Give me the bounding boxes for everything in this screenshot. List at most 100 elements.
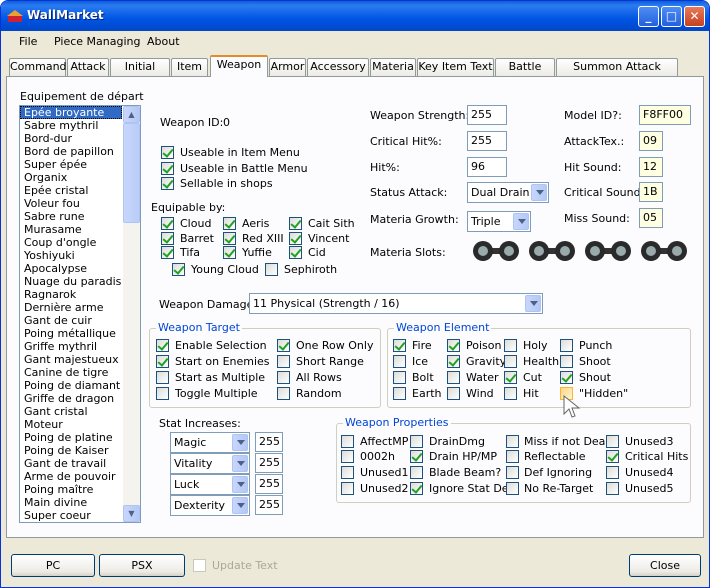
damage-select[interactable]: 11 Physical (Strength / 16): [249, 293, 543, 314]
element-health-checkbox[interactable]: [504, 355, 517, 368]
list-item[interactable]: Bord de papillon: [20, 145, 122, 158]
list-item[interactable]: Voleur fou: [20, 197, 122, 210]
close-window-button[interactable]: ✕: [684, 6, 705, 27]
list-item[interactable]: Coup d'ongle: [20, 236, 122, 249]
stat-input-2[interactable]: 255: [255, 453, 283, 473]
stat-input-4[interactable]: 255: [255, 495, 283, 515]
list-item[interactable]: Dernière arme: [20, 301, 122, 314]
target-start-enemies-checkbox[interactable]: [156, 355, 169, 368]
tab-item[interactable]: Item: [171, 58, 208, 76]
weapon-list[interactable]: Epée broyante Sabre mythril Bord-dur Bord d…: [19, 105, 141, 523]
element-ice-checkbox[interactable]: [393, 355, 406, 368]
chevron-down-icon[interactable]: [531, 184, 547, 201]
element-cut-checkbox[interactable]: [504, 371, 517, 384]
equip-barret-checkbox[interactable]: [161, 232, 174, 245]
tab-battle-text[interactable]: Battle Text: [495, 58, 555, 89]
list-item[interactable]: Gant cristal: [20, 405, 122, 418]
materia-slot-pair-3[interactable]: [583, 239, 633, 263]
list-scrollbar[interactable]: ▲ ▼: [123, 106, 140, 522]
close-button[interactable]: Close: [629, 554, 701, 577]
list-item[interactable]: Super épée: [20, 158, 122, 171]
target-short-range-checkbox[interactable]: [277, 355, 290, 368]
list-item[interactable]: Yoshiyuki: [20, 249, 122, 262]
stat-input-1[interactable]: 255: [255, 432, 283, 452]
list-item[interactable]: Ragnarok: [20, 288, 122, 301]
equip-caitsith-checkbox[interactable]: [289, 217, 302, 230]
prop-no-retarget-checkbox[interactable]: [506, 482, 519, 495]
equip-yuffie-checkbox[interactable]: [223, 246, 236, 259]
scroll-up-button[interactable]: ▲: [123, 106, 140, 123]
target-all-rows-checkbox[interactable]: [277, 371, 290, 384]
list-item[interactable]: Gant de cuir: [20, 314, 122, 327]
target-enable-selection-checkbox[interactable]: [156, 339, 169, 352]
list-item[interactable]: Murasame: [20, 223, 122, 236]
stat-select-2[interactable]: Vitality: [170, 453, 250, 474]
target-toggle-multiple-checkbox[interactable]: [156, 387, 169, 400]
sellable-checkbox[interactable]: [161, 177, 174, 190]
tab-command[interactable]: Command: [9, 58, 67, 76]
prop-affectmp-checkbox[interactable]: [341, 435, 354, 448]
prop-unused5-checkbox[interactable]: [606, 482, 619, 495]
equip-tifa-checkbox[interactable]: [161, 246, 174, 259]
useable-item-checkbox[interactable]: [161, 146, 174, 159]
materia-slot-pair-2[interactable]: [527, 239, 577, 263]
prop-critical-hits-checkbox[interactable]: [606, 450, 619, 463]
chevron-down-icon[interactable]: [232, 455, 248, 472]
list-item[interactable]: Epée cristal: [20, 184, 122, 197]
stat-select-4[interactable]: Dexterity: [170, 495, 250, 516]
crit-input[interactable]: 255: [467, 131, 507, 151]
scroll-thumb[interactable]: [123, 123, 140, 223]
target-one-row-checkbox[interactable]: [277, 339, 290, 352]
chevron-down-icon[interactable]: [513, 213, 529, 230]
model-input[interactable]: F8FF00: [639, 105, 691, 125]
materia-slot-pair-1[interactable]: [471, 239, 521, 263]
element-holy-checkbox[interactable]: [504, 339, 517, 352]
pc-button[interactable]: PC: [11, 554, 95, 577]
attacktex-input[interactable]: 09: [639, 131, 663, 151]
list-item[interactable]: Moteur: [20, 418, 122, 431]
target-start-multiple-checkbox[interactable]: [156, 371, 169, 384]
scroll-down-button[interactable]: ▼: [123, 505, 140, 522]
element-punch-checkbox[interactable]: [560, 339, 573, 352]
prop-miss-not-dead-checkbox[interactable]: [506, 435, 519, 448]
element-shout-checkbox[interactable]: [560, 371, 573, 384]
list-item[interactable]: Arme de pouvoir: [20, 470, 122, 483]
prop-def-ignoring-checkbox[interactable]: [506, 466, 519, 479]
maximize-button[interactable]: □: [661, 6, 682, 27]
list-item[interactable]: Sabre mythril: [20, 119, 122, 132]
prop-ignore-stat-def-checkbox[interactable]: [410, 482, 423, 495]
list-item[interactable]: Epée broyante: [20, 106, 122, 119]
tab-summon-attack-names[interactable]: Summon Attack Names: [556, 58, 678, 89]
chevron-down-icon[interactable]: [232, 497, 248, 514]
list-item[interactable]: Poing maître: [20, 483, 122, 496]
hitsound-input[interactable]: 12: [639, 157, 663, 177]
element-poison-checkbox[interactable]: [447, 339, 460, 352]
list-item[interactable]: Griffe de dragon: [20, 392, 122, 405]
list-item[interactable]: Poing de platine: [20, 431, 122, 444]
status-select[interactable]: Dual Drain: [467, 182, 549, 203]
element-earth-checkbox[interactable]: [393, 387, 406, 400]
prop-unused2-checkbox[interactable]: [341, 482, 354, 495]
minimize-button[interactable]: _: [638, 6, 659, 27]
tab-materia[interactable]: Materia: [370, 58, 416, 76]
prop-drain-hpmp-checkbox[interactable]: [410, 450, 423, 463]
strength-input[interactable]: 255: [467, 105, 507, 125]
prop-unused4-checkbox[interactable]: [606, 466, 619, 479]
list-item[interactable]: Gant majestueux: [20, 353, 122, 366]
menu-piece-managing[interactable]: Piece Managing: [54, 35, 140, 48]
element-hit-checkbox[interactable]: [504, 387, 517, 400]
list-item[interactable]: Gant de travail: [20, 457, 122, 470]
list-item[interactable]: Poing de Kaiser: [20, 444, 122, 457]
update-text-checkbox[interactable]: [193, 559, 206, 572]
list-item[interactable]: Nuage du paradis: [20, 275, 122, 288]
equip-sephiroth-checkbox[interactable]: [265, 263, 278, 276]
list-item[interactable]: Organix: [20, 171, 122, 184]
list-item[interactable]: Bord-dur: [20, 132, 122, 145]
list-item[interactable]: Poing de diamant: [20, 379, 122, 392]
misssound-input[interactable]: 05: [639, 208, 663, 228]
target-random-checkbox[interactable]: [277, 387, 290, 400]
tab-attack[interactable]: Attack: [67, 58, 109, 76]
tab-initial-data[interactable]: Initial Data: [110, 58, 170, 89]
title-bar[interactable]: WallMarket _ □ ✕: [1, 1, 709, 31]
chevron-down-icon[interactable]: [525, 295, 541, 312]
